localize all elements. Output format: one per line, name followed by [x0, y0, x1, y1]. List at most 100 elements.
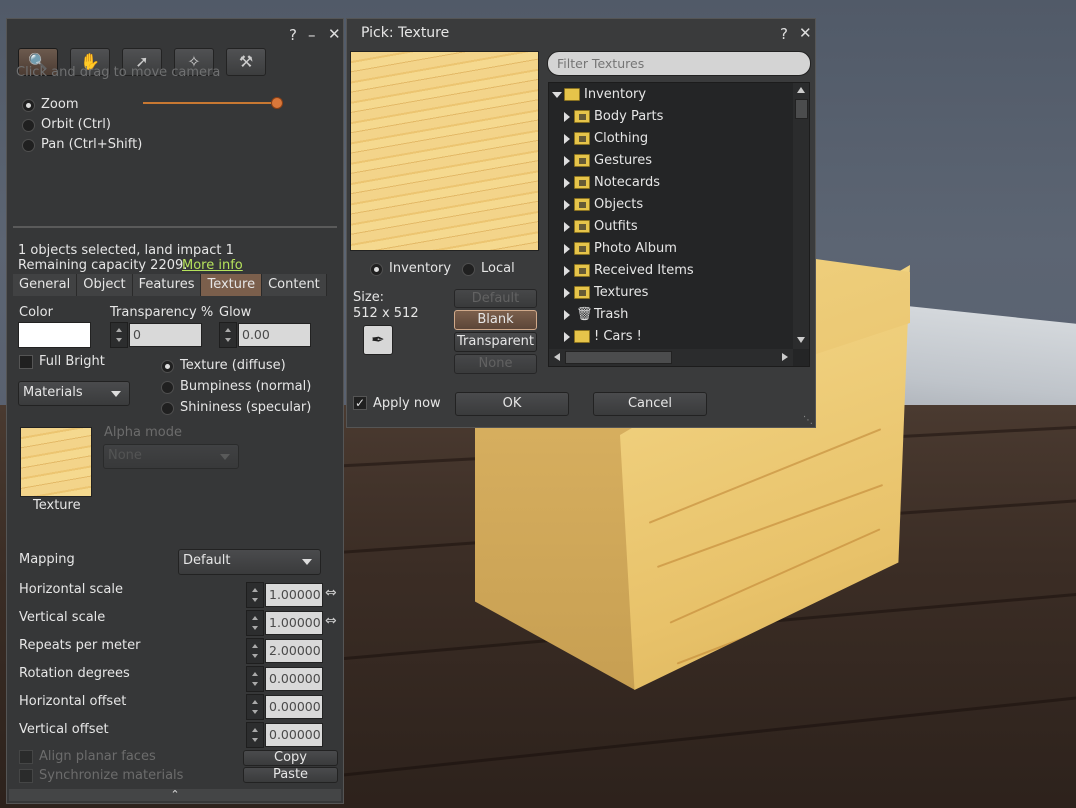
horizontal-scroll-thumb[interactable] — [565, 351, 672, 364]
transparency-label: Transparency % — [110, 305, 214, 320]
blank-button[interactable]: Blank — [454, 310, 537, 330]
help-icon[interactable]: ? — [780, 27, 788, 42]
zoom-slider-handle[interactable] — [271, 97, 283, 109]
transparency-input[interactable]: 0 — [129, 323, 202, 347]
materials-dropdown[interactable]: Materials — [18, 381, 130, 406]
orbit-label: Orbit (Ctrl) — [41, 117, 111, 132]
vertical-scale-input[interactable]: 1.00000 — [265, 611, 323, 635]
more-info-link[interactable]: More info — [182, 258, 243, 273]
pan-radio[interactable] — [22, 139, 35, 152]
horizontal-scale-spinner[interactable] — [246, 582, 264, 608]
list-item[interactable]: Received Items — [549, 260, 793, 282]
folder-icon — [574, 330, 590, 343]
close-icon[interactable]: ✕ — [799, 26, 812, 41]
clothing-folder-icon — [574, 132, 590, 145]
glow-spinner[interactable] — [219, 322, 237, 348]
sync-materials-label: Synchronize materials — [39, 768, 184, 783]
help-icon[interactable]: ? — [289, 28, 297, 43]
repeats-per-meter-input[interactable]: 2.00000 — [265, 639, 323, 663]
inventory-source-radio[interactable] — [370, 263, 383, 276]
expand-arrow-icon — [564, 266, 570, 276]
vertical-offset-spinner[interactable] — [246, 722, 264, 748]
flip-vertical-icon[interactable]: ⇔ — [325, 613, 337, 629]
scroll-down-icon[interactable] — [797, 337, 805, 343]
cancel-button[interactable]: Cancel — [593, 392, 707, 416]
list-item[interactable]: Photo Album — [549, 238, 793, 260]
resize-grip-icon[interactable]: ⋱ — [803, 415, 813, 426]
texture-swatch[interactable] — [20, 427, 92, 497]
paste-button[interactable]: Paste — [243, 767, 338, 783]
list-item[interactable]: Gestures — [549, 150, 793, 172]
zoom-radio[interactable] — [22, 99, 35, 112]
tab-general[interactable]: General — [13, 274, 78, 296]
list-item[interactable]: Clothing — [549, 128, 793, 150]
orbit-radio[interactable] — [22, 119, 35, 132]
list-item[interactable]: Body Parts — [549, 106, 793, 128]
tab-features[interactable]: Features — [132, 274, 202, 296]
ok-button[interactable]: OK — [455, 392, 569, 416]
apply-now-checkbox[interactable]: ✓ — [353, 396, 367, 410]
inventory-root-row[interactable]: Inventory — [549, 84, 793, 106]
horizontal-offset-spinner[interactable] — [246, 694, 264, 720]
repeats-per-meter-spinner[interactable] — [246, 638, 264, 664]
bumpiness-radio[interactable] — [161, 381, 174, 394]
horizontal-scale-input[interactable]: 1.00000 — [265, 583, 323, 607]
tab-object[interactable]: Object — [77, 274, 133, 296]
list-item[interactable]: ! Cars ! — [549, 326, 793, 348]
glow-input[interactable]: 0.00 — [238, 323, 311, 347]
chevron-up-icon: ⌃ — [170, 788, 180, 801]
tab-content[interactable]: Content — [262, 274, 327, 296]
land-tool-button[interactable]: ⚒ — [226, 48, 266, 76]
shininess-radio[interactable] — [161, 402, 174, 415]
filter-textures-input[interactable] — [547, 51, 811, 76]
list-item[interactable]: Outfits — [549, 216, 793, 238]
inventory-source-label: Inventory — [389, 261, 452, 276]
zoom-slider[interactable] — [143, 97, 283, 109]
scroll-thumb[interactable] — [795, 99, 808, 119]
texture-diffuse-radio[interactable] — [161, 360, 174, 373]
rotation-degrees-input[interactable]: 0.00000 — [265, 667, 323, 691]
materials-value: Materials — [23, 385, 83, 400]
collapse-bar[interactable]: ⌃ — [9, 789, 341, 801]
minimize-icon[interactable]: – — [308, 28, 316, 43]
received-items-folder-icon — [574, 264, 590, 277]
transparent-button[interactable]: Transparent — [454, 332, 537, 352]
alpha-mode-dropdown[interactable]: None — [103, 444, 239, 469]
color-swatch[interactable] — [18, 322, 91, 348]
none-button[interactable]: None — [454, 354, 537, 374]
alpha-mode-value: None — [108, 448, 142, 463]
selection-info: 1 objects selected, land impact 1 — [18, 243, 234, 258]
mapping-dropdown[interactable]: Default — [178, 549, 321, 575]
horizontal-scrollbar[interactable] — [549, 349, 793, 366]
list-item[interactable]: Notecards — [549, 172, 793, 194]
close-icon[interactable]: ✕ — [328, 27, 341, 42]
default-button[interactable]: Default — [454, 289, 537, 308]
vertical-scale-spinner[interactable] — [246, 610, 264, 636]
transparency-spinner[interactable] — [110, 322, 128, 348]
expand-arrow-icon — [564, 200, 570, 210]
expand-arrow-icon — [564, 178, 570, 188]
vertical-scrollbar[interactable] — [793, 83, 809, 349]
list-item-label: Gestures — [594, 153, 653, 168]
list-item-label: Clothing — [594, 131, 649, 146]
full-bright-checkbox[interactable] — [19, 355, 33, 369]
inventory-root-label: Inventory — [584, 87, 647, 102]
bumpiness-label: Bumpiness (normal) — [180, 379, 312, 394]
list-item[interactable]: Textures — [549, 282, 793, 304]
scroll-right-icon[interactable] — [782, 353, 788, 361]
vertical-offset-input[interactable]: 0.00000 — [265, 723, 323, 747]
sync-materials-checkbox[interactable] — [19, 769, 33, 783]
pan-label: Pan (Ctrl+Shift) — [41, 137, 143, 152]
eyedropper-button[interactable]: ✒ — [363, 325, 393, 355]
rotation-degrees-spinner[interactable] — [246, 666, 264, 692]
copy-button[interactable]: Copy — [243, 750, 338, 766]
scroll-left-icon[interactable] — [554, 353, 560, 361]
list-item[interactable]: 🗑 Trash — [549, 304, 793, 326]
local-source-radio[interactable] — [462, 263, 475, 276]
horizontal-offset-input[interactable]: 0.00000 — [265, 695, 323, 719]
align-planar-checkbox[interactable] — [19, 750, 33, 764]
list-item[interactable]: Objects — [549, 194, 793, 216]
tab-texture[interactable]: Texture — [201, 274, 263, 296]
scroll-up-icon[interactable] — [797, 87, 805, 93]
flip-horizontal-icon[interactable]: ⇔ — [325, 585, 337, 601]
